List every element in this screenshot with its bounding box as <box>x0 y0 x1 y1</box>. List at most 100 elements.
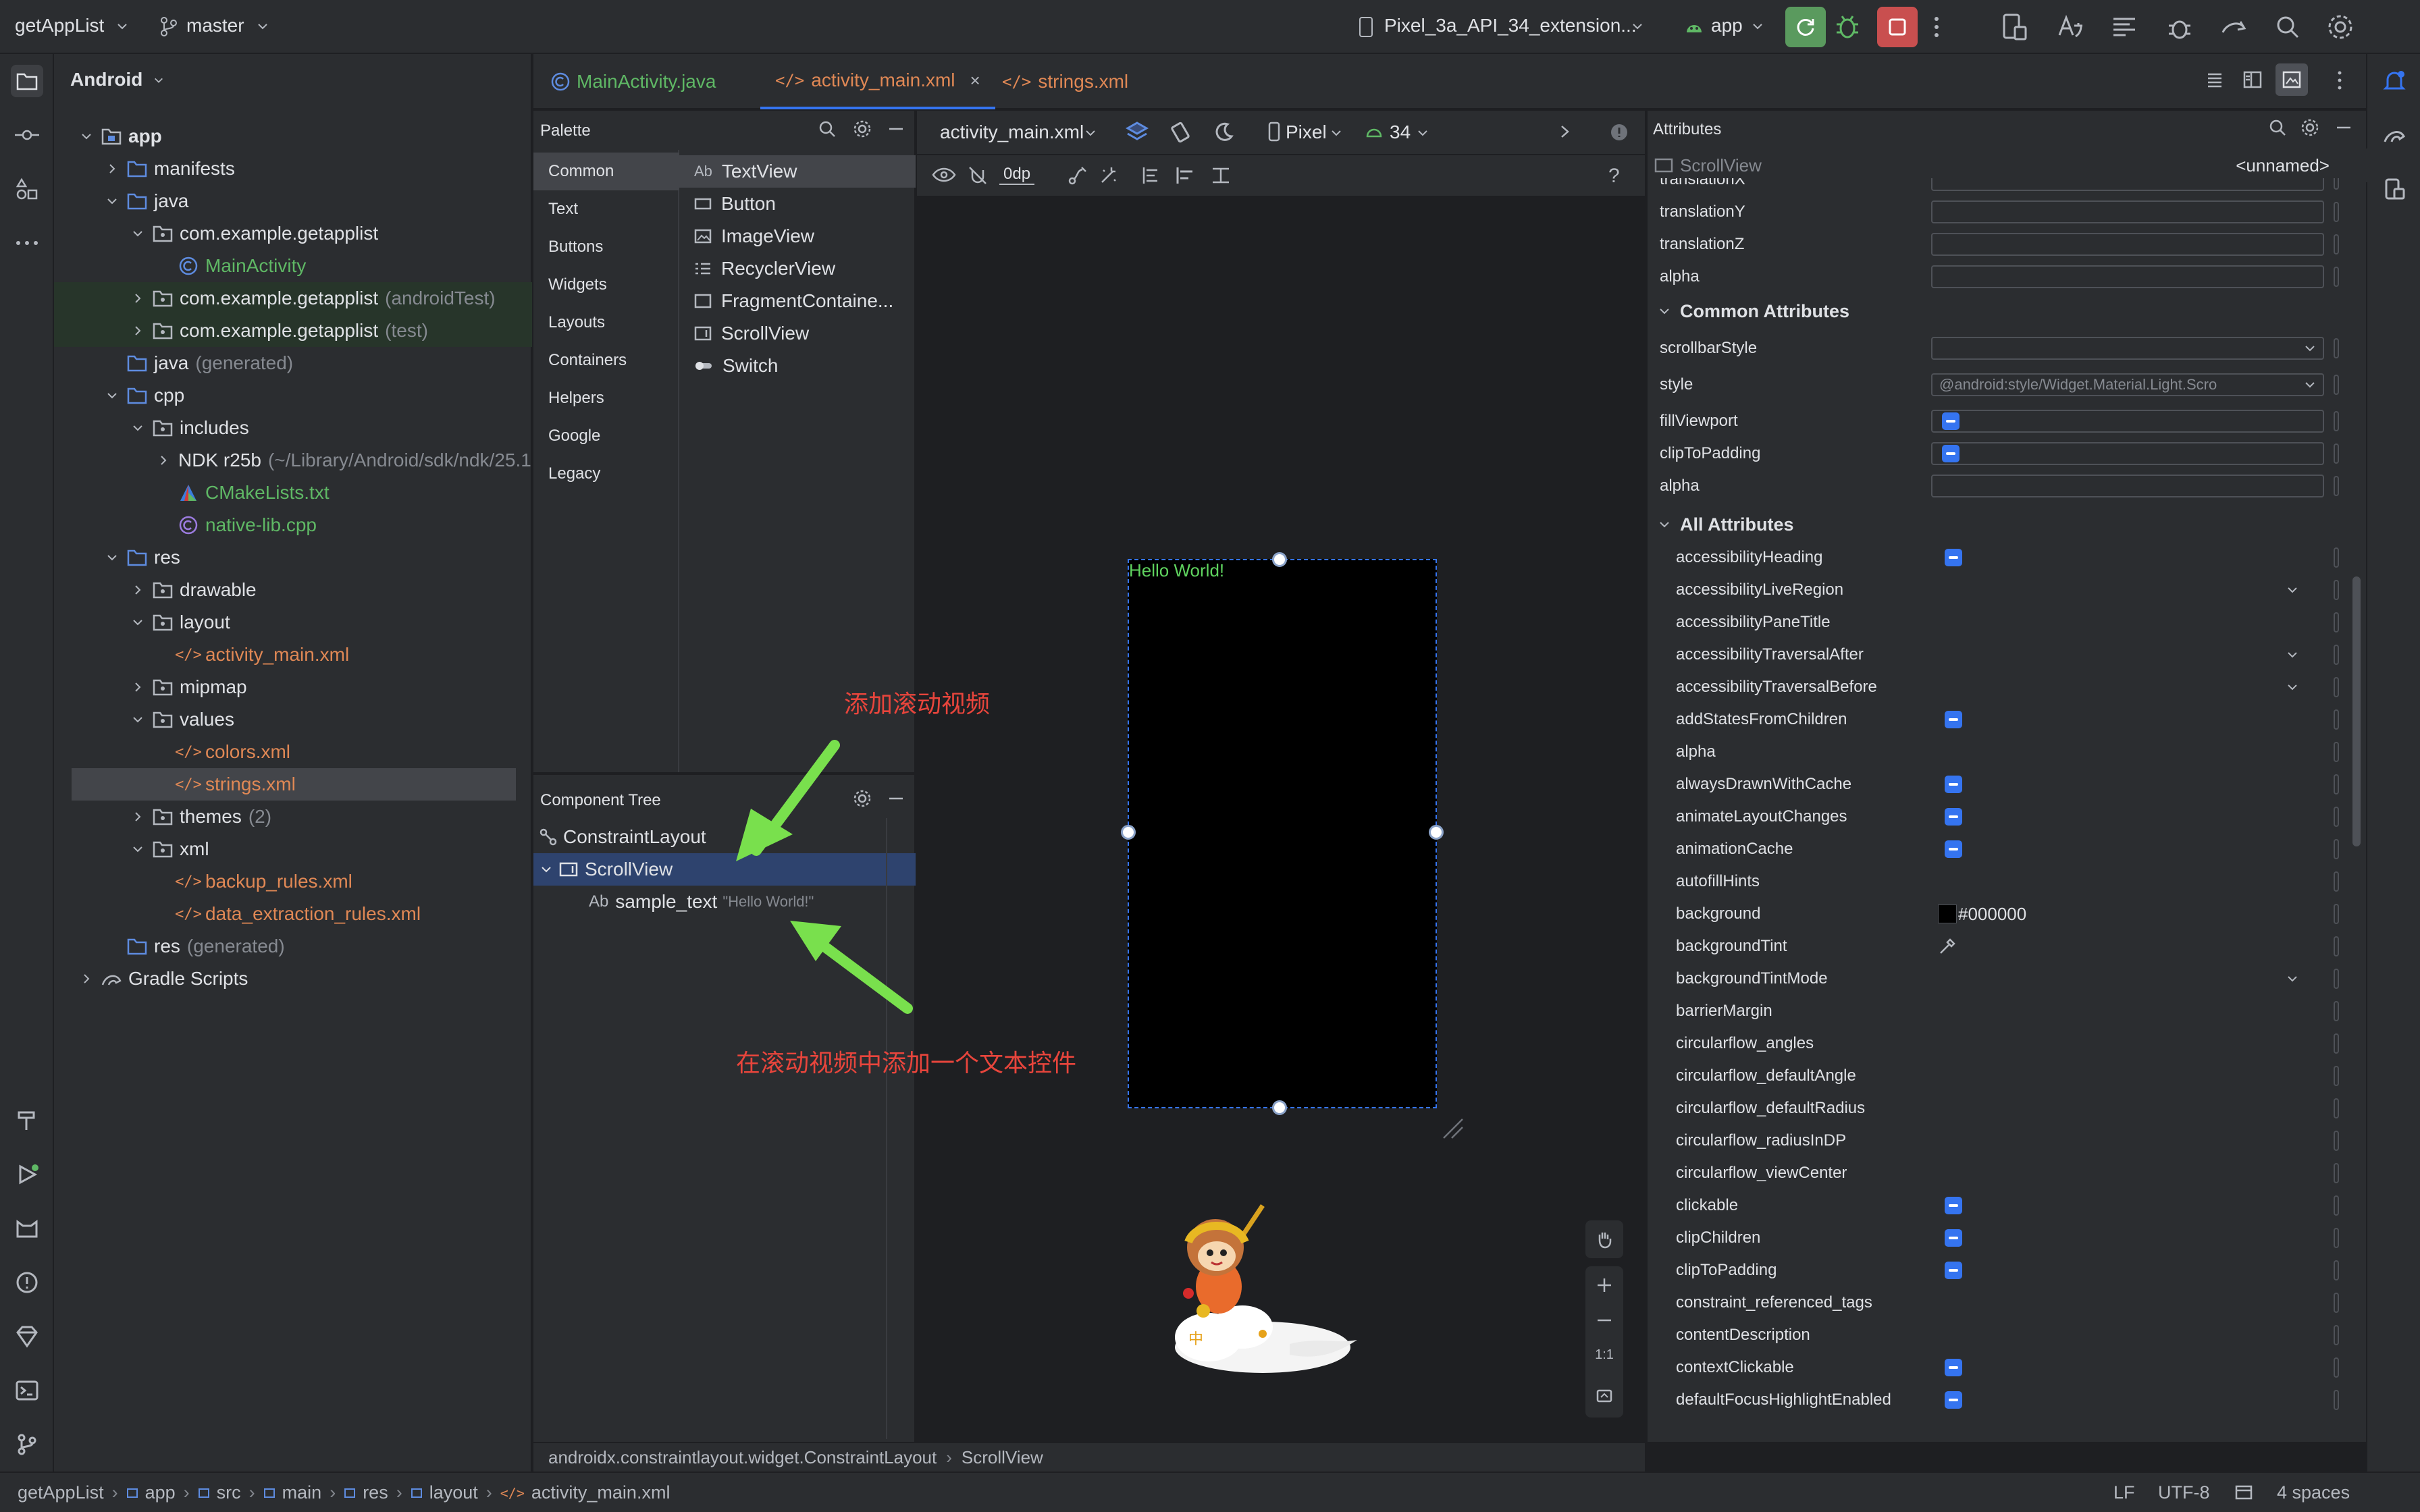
search-icon[interactable] <box>2273 12 2303 42</box>
settings-gear-icon[interactable] <box>2300 117 2320 138</box>
tab-activity-main-xml[interactable]: </> activity_main.xml × <box>760 54 995 109</box>
chevron-down-icon[interactable] <box>1631 20 1643 32</box>
build-hammer-icon[interactable] <box>11 1104 43 1137</box>
search-icon[interactable] <box>2267 117 2288 138</box>
resource-manager-icon[interactable] <box>11 173 43 205</box>
attribute-checkbox[interactable] <box>1945 1359 1962 1376</box>
attribute-pin[interactable] <box>2334 1033 2339 1054</box>
tree-item[interactable]: </> activity_main.xml <box>54 639 532 671</box>
color-swatch[interactable] <box>1938 905 1957 923</box>
tree-item[interactable]: includes <box>54 412 532 444</box>
tree-item[interactable]: mipmap <box>54 671 532 703</box>
tree-item[interactable]: MainActivity <box>54 250 532 282</box>
chevron-right-icon[interactable] <box>128 807 147 826</box>
palette-item[interactable]: Button <box>679 188 916 220</box>
chevron-down-icon[interactable] <box>128 840 147 859</box>
chevron-down-icon[interactable] <box>1330 127 1342 139</box>
chevron-right-icon[interactable] <box>103 159 122 178</box>
attribute-pin[interactable] <box>2334 742 2339 762</box>
attribute-pin[interactable] <box>2334 709 2339 730</box>
attribute-checkbox[interactable] <box>1945 1197 1962 1214</box>
file-selector[interactable]: activity_main.xml <box>940 122 1084 143</box>
tree-item[interactable]: NDK r25b (~/Library/Android/sdk/ndk/25.1 <box>54 444 532 477</box>
attribute-pin[interactable] <box>2334 1260 2339 1280</box>
notifications-bell-icon[interactable] <box>2378 65 2411 97</box>
status-path-item[interactable]: activity_main.xml <box>531 1482 670 1503</box>
design-surface-mode-icon[interactable] <box>1125 120 1149 144</box>
problems-icon[interactable] <box>11 1266 43 1299</box>
chevron-right-icon[interactable] <box>77 969 96 988</box>
attribute-value-field[interactable] <box>1931 178 2324 191</box>
palette-item[interactable]: ImageView <box>679 220 916 252</box>
device-manager-icon[interactable] <box>2000 12 2030 42</box>
scrollbar-thumb[interactable] <box>2352 576 2361 846</box>
line-separator[interactable]: LF <box>2113 1482 2135 1503</box>
tab-strings-xml[interactable]: </> strings.xml <box>1002 54 1128 109</box>
tree-item[interactable]: xml <box>54 833 532 865</box>
gem-icon[interactable] <box>11 1320 43 1353</box>
translate-icon[interactable] <box>2055 12 2085 42</box>
attribute-pin[interactable] <box>2334 547 2339 568</box>
tree-item[interactable]: com.example.getapplist (test) <box>54 315 532 347</box>
attribute-pin[interactable] <box>2334 1228 2339 1248</box>
stop-icon[interactable] <box>1877 7 1918 47</box>
palette-item[interactable]: Ab TextView <box>679 155 916 188</box>
help-icon[interactable]: ? <box>1608 165 1620 188</box>
attribute-pin[interactable] <box>2334 677 2339 697</box>
attribute-pin[interactable] <box>2334 375 2339 395</box>
attribute-value-field[interactable] <box>1931 265 2324 288</box>
palette-item[interactable]: ScrollView <box>679 317 916 350</box>
attribute-checkbox[interactable] <box>1945 549 1962 566</box>
magnet-off-icon[interactable] <box>967 165 989 186</box>
attribute-checkbox[interactable] <box>1945 711 1962 728</box>
project-selector[interactable]: getAppList <box>15 15 104 36</box>
attribute-checkbox[interactable] <box>1942 445 1959 462</box>
attribute-pin[interactable] <box>2334 1163 2339 1183</box>
attribute-pin[interactable] <box>2334 1131 2339 1151</box>
chevron-down-icon[interactable] <box>77 127 96 146</box>
chevron-down-icon[interactable] <box>128 710 147 729</box>
minimize-icon[interactable] <box>886 119 906 139</box>
tree-item[interactable]: java <box>54 185 532 217</box>
tab-mainactivity-java[interactable]: MainActivity.java <box>551 54 716 109</box>
attribute-pin[interactable] <box>2334 1001 2339 1021</box>
chevron-down-icon[interactable] <box>103 192 122 211</box>
palette-category[interactable]: Containers <box>533 342 679 379</box>
preview-textview[interactable]: Hello World! <box>1129 560 1224 581</box>
commit-icon[interactable] <box>11 119 43 151</box>
file-encoding[interactable]: UTF-8 <box>2158 1482 2210 1503</box>
attribute-pin[interactable] <box>2334 1357 2339 1378</box>
night-mode-icon[interactable] <box>1211 120 1236 144</box>
chevron-down-icon[interactable] <box>1752 20 1764 32</box>
zoom-in-icon[interactable] <box>1585 1266 1623 1304</box>
attribute-value-field[interactable] <box>1931 475 2324 497</box>
tree-item[interactable]: CMakeLists.txt <box>54 477 532 509</box>
attribute-value-field[interactable] <box>1931 410 2324 433</box>
status-path-item[interactable]: layout <box>429 1482 478 1503</box>
settings-gear-icon[interactable] <box>852 119 872 139</box>
search-icon[interactable] <box>817 119 837 139</box>
palette-category[interactable]: Helpers <box>533 379 679 417</box>
chevron-down-icon[interactable] <box>1417 127 1429 139</box>
attribute-value-field[interactable] <box>1931 337 2324 360</box>
chevron-down-icon[interactable] <box>2286 681 2298 693</box>
chevron-down-icon[interactable] <box>540 863 552 875</box>
gradle-sync-icon[interactable] <box>2219 12 2248 42</box>
design-view-icon[interactable] <box>2276 63 2308 96</box>
tree-item[interactable]: com.example.getapplist (androidTest) <box>54 282 532 315</box>
device-explorer-icon[interactable] <box>2378 173 2411 205</box>
attribute-pin[interactable] <box>2334 202 2339 222</box>
status-path-item[interactable]: src <box>217 1482 241 1503</box>
status-path-item[interactable]: main <box>282 1482 322 1503</box>
attribute-pin[interactable] <box>2334 234 2339 254</box>
right-constraint-handle[interactable] <box>1429 825 1444 840</box>
guidelines-icon[interactable] <box>1140 165 1161 186</box>
zoom-to-fit-icon[interactable] <box>1585 1377 1623 1415</box>
attribute-checkbox[interactable] <box>1945 1391 1962 1409</box>
chevron-down-icon[interactable] <box>1658 305 1671 317</box>
chevron-down-icon[interactable] <box>2304 379 2316 391</box>
tree-item[interactable]: native-lib.cpp <box>54 509 532 541</box>
chevron-right-icon[interactable] <box>1557 124 1572 139</box>
attribute-value-field[interactable] <box>1931 233 2324 256</box>
device-selector[interactable]: Pixel <box>1286 122 1327 143</box>
